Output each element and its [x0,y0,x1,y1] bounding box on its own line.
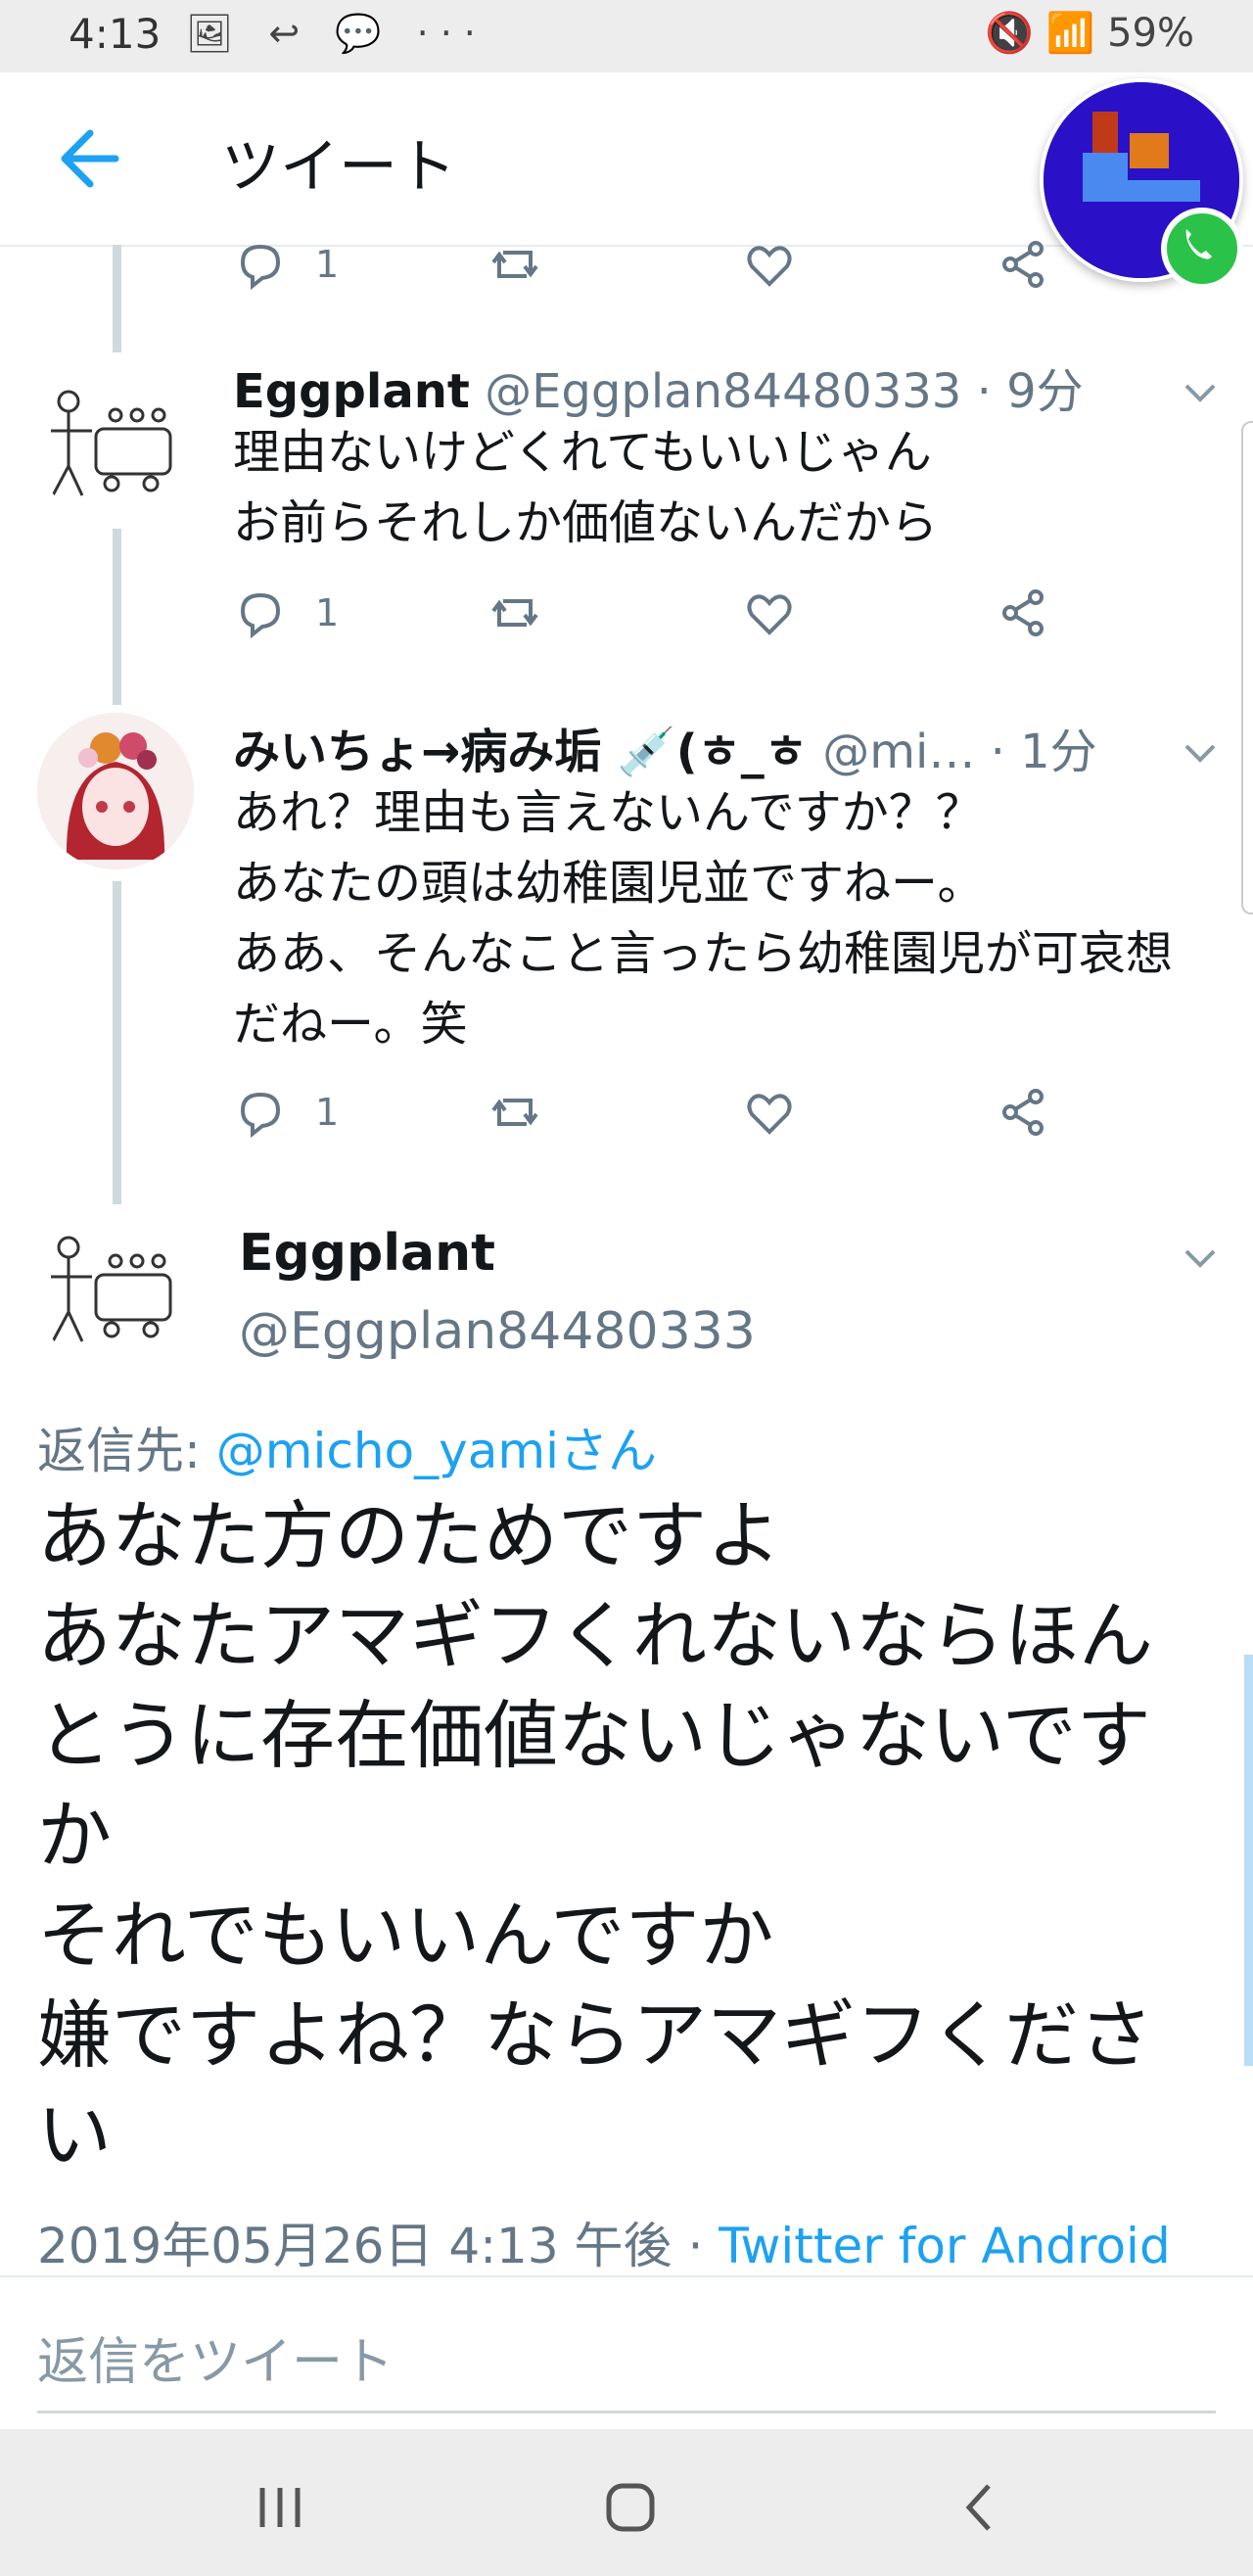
tweet-author-handle[interactable]: @mi… [822,725,975,779]
tweet-source-link[interactable]: Twitter for Android [719,2218,1170,2274]
reply-button[interactable]: 1 [233,584,339,642]
share-icon [1002,241,1044,288]
main-tweet-text: あなた方のためですよ あなたアマギフくれないならほんとうに存在価値ないじゃないで… [37,1492,1153,2178]
retweet-icon [491,1099,538,1126]
heart-icon [747,594,792,635]
share-button[interactable] [997,1083,1051,1142]
tweet-actions: 1 [233,235,1173,294]
anime-girl-avatar [37,713,194,869]
reply-icon [240,592,281,639]
main-tweet-avatar[interactable] [37,1214,194,1371]
reply-count: 1 [315,1091,340,1134]
back-nav-icon[interactable] [942,2468,1020,2547]
stick-figure-avatar [51,1236,172,1342]
tweet-author-name[interactable]: みいちょ→病み垢 💉(ㅎ_ㅎ [233,725,808,779]
chevron-down-icon[interactable] [1181,732,1220,772]
reply-icon [240,1092,281,1139]
retweet-button[interactable] [487,584,542,642]
arrow-left-icon [61,129,119,188]
like-button[interactable] [742,235,797,294]
tweet-text: 理由ないけどくれてもいいじゃん お前らそれしか価値ないんだから [233,425,939,550]
status-time: 4:13 [69,10,162,58]
tweet-time: · 9分 [976,364,1084,419]
heart-icon [747,246,792,287]
chevron-down-icon[interactable] [1181,372,1220,411]
reply-count: 1 [315,243,340,286]
status-right: 🔇 📶 59% [985,11,1194,56]
like-button[interactable] [742,584,797,642]
tweet-actions: 1 [233,584,1173,642]
notification-icons: 🖼 ↩ 💬 ··· [186,12,487,55]
reply-count: 1 [315,591,340,634]
divider [0,2275,1253,2277]
main-tweet-author-handle[interactable]: @Eggplan84480333 [239,1302,756,1361]
scrollbar[interactable] [1244,1655,1253,2066]
page-title: ツイート [221,133,456,202]
like-button[interactable] [742,1083,797,1142]
retweet-button[interactable] [487,1083,542,1142]
back-button[interactable] [51,123,129,194]
tweet-header: みいちょ→病み垢 💉(ㅎ_ㅎ @mi… · 1分 [233,713,1097,781]
tweet-actions: 1 [233,1083,1173,1142]
tweet-text: あれ？理由も言えないんですか？？ あなたの頭は幼稚園児並ですねー。 ああ、そんな… [233,785,1174,1052]
system-nav-bar [0,2429,1253,2576]
reply-to-label: 返信先: [37,1423,201,1479]
chevron-down-icon[interactable] [1181,1238,1220,1277]
main-tweet-author-name[interactable]: Eggplant [239,1224,495,1283]
home-icon[interactable] [591,2468,670,2547]
thread-connector [113,529,121,705]
share-button[interactable] [997,235,1051,294]
thread-connector [113,245,121,352]
retweet-icon [491,251,538,278]
avatar[interactable] [37,368,194,525]
thread-connector [113,881,121,1204]
tweet-author-name[interactable]: Eggplant [233,364,470,419]
tweet-meta: 2019年05月26日 4:13 午後 · Twitter for Androi… [37,2207,1171,2277]
share-button[interactable] [997,584,1051,642]
tweet-author-handle[interactable]: @Eggplan84480333 [485,364,961,419]
tweet-datetime: 2019年05月26日 4:13 午後 · [37,2218,719,2274]
reply-button[interactable]: 1 [233,235,339,294]
heart-icon [747,1094,792,1135]
retweet-icon [491,599,538,627]
tweet-header: Eggplant @Eggplan84480333 · 9分 [233,352,1084,421]
share-icon [1002,1089,1044,1136]
reply-to-user-link[interactable]: @micho_yamiさん [216,1423,657,1479]
share-icon [1002,589,1044,636]
phone-call-icon[interactable] [1161,208,1243,290]
recent-apps-icon[interactable] [241,2468,319,2547]
reply-icon [240,244,281,291]
reply-button[interactable]: 1 [233,1083,339,1142]
stick-figure-avatar [51,390,172,496]
tweet-time: · 1分 [990,725,1097,779]
reply-tweet-input[interactable]: 返信をツイート [37,2320,394,2394]
retweet-button[interactable] [487,235,542,294]
reply-to-line: 返信先: @micho_yamiさん [37,1412,657,1482]
scroll-handle[interactable] [1241,421,1253,914]
status-bar: 4:13 🖼 ↩ 💬 ··· 🔇 📶 59% [0,0,1253,72]
avatar[interactable] [37,713,194,869]
reply-input-underline [37,2411,1216,2413]
